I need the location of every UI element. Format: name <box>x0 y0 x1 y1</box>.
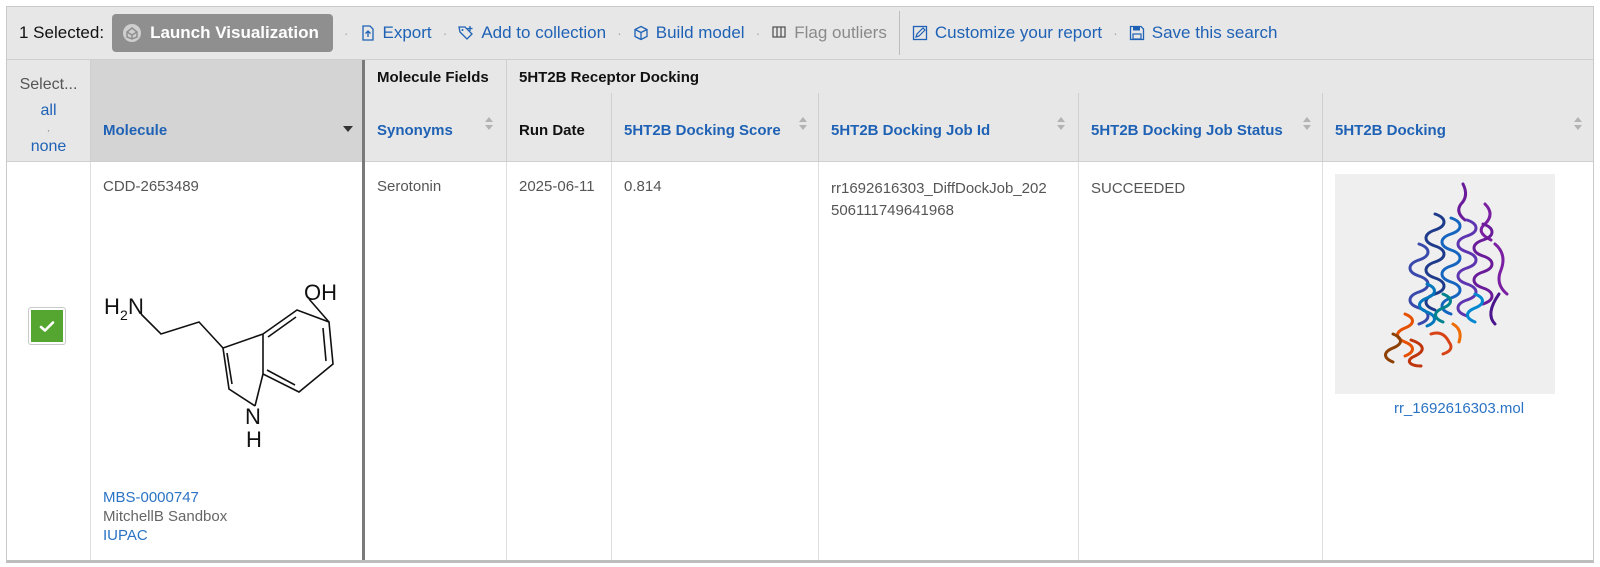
synonyms-cell: Serotonin <box>365 162 507 560</box>
run-date-header-label: Run Date <box>519 122 585 139</box>
run-date-cell: 2025-06-11 <box>507 162 612 560</box>
molecule-fields-group-header: Molecule Fields <box>365 60 507 93</box>
add-to-collection-button[interactable]: Add to collection <box>458 23 606 43</box>
sort-icon[interactable] <box>1574 117 1583 131</box>
flag-outliers-button[interactable]: Flag outliers <box>771 23 887 43</box>
synonyms-header-label: Synonyms <box>377 122 453 139</box>
docking-group-header: 5HT2B Receptor Docking <box>507 60 1593 93</box>
run-date-link[interactable]: 2025-06-11 <box>519 176 595 198</box>
toolbar-separator: · <box>343 25 349 41</box>
molecule-column-header[interactable]: Molecule <box>91 60 363 161</box>
job-status-header-label: 5HT2B Docking Job Status <box>1091 122 1283 139</box>
atom-nh-h-label: H <box>246 427 262 452</box>
launch-visualization-button[interactable]: Launch Visualization <box>112 14 333 52</box>
batch-id-link[interactable]: MBS-0000747 <box>103 488 227 507</box>
save-search-button[interactable]: Save this search <box>1129 23 1278 43</box>
selected-count-label: 1 Selected: <box>19 23 105 42</box>
select-divider: · <box>46 123 51 137</box>
atom-h2n-subscript: 2 <box>120 307 128 323</box>
toolbar-separator: · <box>755 25 761 41</box>
job-status-value: SUCCEEDED <box>1091 180 1186 197</box>
cube-icon <box>634 25 648 41</box>
atom-oh-label: OH <box>304 280 337 305</box>
atom-h2n-h-label: H <box>104 294 120 319</box>
toolbar-separator: · <box>1113 25 1118 41</box>
protein-ribbon-image <box>1384 182 1509 368</box>
synonyms-column-header[interactable]: Synonyms <box>365 93 507 161</box>
iupac-link[interactable]: IUPAC <box>103 526 227 545</box>
sort-icon[interactable] <box>1303 117 1312 131</box>
add-to-collection-label: Add to collection <box>481 23 607 42</box>
job-id-cell: rr1692616303_DiffDockJob_202 50611174964… <box>819 162 1079 560</box>
row-select-cell <box>7 162 91 560</box>
select-all-link[interactable]: all <box>7 102 90 120</box>
job-status-column-header[interactable]: 5HT2B Docking Job Status <box>1079 93 1323 161</box>
export-label: Export <box>382 23 432 42</box>
docking-cell: rr_1692616303.mol <box>1323 162 1593 560</box>
job-id-value: rr1692616303_DiffDockJob_202 50611174964… <box>831 178 1047 222</box>
molecule-structure-image: OH H 2 N N H <box>104 280 337 452</box>
tag-plus-icon <box>458 26 474 40</box>
sort-icon[interactable] <box>485 117 494 131</box>
edit-report-icon <box>912 25 928 41</box>
report-table: 1 Selected: Launch Visualization · Expor… <box>6 6 1594 563</box>
atom-nh-n-label: N <box>245 404 261 429</box>
mol-file-link[interactable]: rr_1692616303.mol <box>1323 400 1593 417</box>
launch-visualization-label: Launch Visualization <box>150 23 319 42</box>
job-id-header-label: 5HT2B Docking Job Id <box>831 122 991 139</box>
save-search-label: Save this search <box>1151 23 1278 42</box>
save-icon <box>1129 25 1144 41</box>
job-id-line-1: rr1692616303_DiffDockJob_202 <box>831 180 1047 197</box>
docking-header-label: 5HT2B Docking <box>1335 122 1446 139</box>
visualization-icon <box>123 24 142 42</box>
export-icon <box>361 25 374 41</box>
checkmark-icon <box>39 320 55 332</box>
build-model-label: Build model <box>655 23 745 42</box>
toolbar-separator: · <box>442 25 448 41</box>
synonym-value: Serotonin <box>377 178 442 195</box>
job-status-cell: SUCCEEDED <box>1079 162 1323 560</box>
export-button[interactable]: Export <box>360 23 432 43</box>
molecule-id: CDD-2653489 <box>103 178 199 195</box>
toolbar: 1 Selected: Launch Visualization · Expor… <box>7 7 1593 60</box>
docking-score-column-header[interactable]: 5HT2B Docking Score <box>612 93 819 161</box>
row-checkbox[interactable] <box>29 308 65 344</box>
toolbar-separator: · <box>617 25 622 41</box>
molecule-footer: MBS-0000747 MitchellB Sandbox IUPAC <box>103 488 227 545</box>
project-name: MitchellB Sandbox <box>103 508 228 525</box>
customize-report-button[interactable]: Customize your report <box>912 23 1102 43</box>
chevron-down-icon[interactable] <box>343 126 353 132</box>
job-id-line-2: 506111749641968 <box>831 202 954 219</box>
atom-h2n-n-label: N <box>128 294 144 319</box>
run-date-column-header[interactable]: Run Date <box>507 93 612 161</box>
docking-column-header[interactable]: 5HT2B Docking <box>1323 93 1593 161</box>
flag-outliers-label: Flag outliers <box>794 23 887 42</box>
docking-score-cell: 0.814 <box>612 162 819 560</box>
sort-icon[interactable] <box>799 117 808 131</box>
protein-structure-thumbnail[interactable] <box>1335 174 1555 394</box>
flag-icon <box>772 26 786 38</box>
sort-icon[interactable] <box>1057 117 1066 131</box>
molecule-cell: CDD-2653489 OH H 2 N N H MBS-0000747 Mit… <box>91 162 362 560</box>
toolbar-divider <box>898 11 900 55</box>
select-header: Select... all · none <box>7 60 91 161</box>
docking-score-header-label: 5HT2B Docking Score <box>624 122 781 139</box>
build-model-button[interactable]: Build model <box>633 23 745 43</box>
customize-report-label: Customize your report <box>934 23 1103 42</box>
select-none-link[interactable]: none <box>7 138 90 156</box>
molecule-header-label: Molecule <box>103 122 168 139</box>
select-header-title: Select... <box>19 76 78 93</box>
docking-score-value: 0.814 <box>624 178 662 195</box>
job-id-column-header[interactable]: 5HT2B Docking Job Id <box>819 93 1079 161</box>
